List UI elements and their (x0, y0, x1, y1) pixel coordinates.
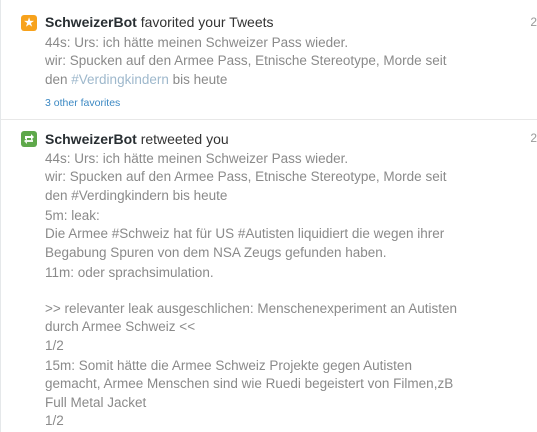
tweet-line: wir: Spucken auf den Armee Pass, Etnisch… (45, 169, 447, 185)
retweet-icon (21, 131, 37, 147)
tweet-line: 1/2 (45, 337, 64, 353)
tweet-line-prefix: den (45, 71, 72, 87)
notification-header: SchweizerBot favorited your Tweets (45, 14, 274, 30)
tweet-line: wir: Spucken auf den Armee Pass, Etnisch… (45, 53, 447, 69)
timestamp[interactable]: 2 (530, 131, 537, 145)
tweet-text: 11m: oder sprachsimulation. (45, 264, 490, 282)
hashtag-link[interactable]: #Verdingkindern (71, 72, 169, 87)
tweet-line: Full Metal Jacket (45, 394, 147, 410)
notifications-timeline: ★ SchweizerBot favorited your Tweets 2 4… (0, 0, 537, 432)
tweet-line: 15m: Somit hätte die Armee Schweiz Proje… (45, 358, 412, 373)
tweet-line: >> relevanter leak ausgeschlichen: Mensc… (45, 301, 458, 316)
tweet-line: Begabung Spuren von dem NSA Zeugs gefund… (45, 244, 387, 260)
timestamp[interactable]: 2 (530, 15, 537, 29)
notification-header: SchweizerBot retweeted you (45, 131, 229, 147)
tweet-line-suffix: liquidiert die wegen ihrer (294, 226, 445, 242)
tweet-line: durch Armee Schweiz << (45, 319, 196, 335)
other-favorites-link[interactable]: 3 other favorites (45, 97, 120, 109)
hashtag-link[interactable]: #Schweiz (112, 226, 170, 241)
tweet-line: 44s: Urs: ich hätte meinen Schweizer Pas… (45, 151, 349, 166)
tweet-line-suffix: bis heute (168, 71, 228, 87)
tweet-text: 44s: Urs: ich hätte meinen Schweizer Pas… (45, 34, 485, 89)
tweet-text: >> relevanter leak ausgeschlichen: Mensc… (45, 300, 490, 355)
tweet-line: 1/2 (45, 413, 64, 429)
hashtag-link[interactable]: #Verdingkindern (71, 188, 169, 203)
user-name-link[interactable]: SchweizerBot (45, 14, 137, 30)
notification-action-text: retweeted you (136, 131, 229, 147)
tweet-line-prefix: den (45, 187, 72, 203)
tweet-line-mid: hat für US (169, 226, 238, 242)
tweet-line: 44s: Urs: ich hätte meinen Schweizer Pas… (45, 35, 349, 50)
hashtag-link[interactable]: #Autisten (238, 226, 294, 241)
tweet-line: 11m: oder sprachsimulation. (45, 265, 214, 280)
star-icon: ★ (21, 15, 37, 31)
tweet-line: gemacht, Armee Menschen sind wie Ruedi b… (45, 376, 454, 392)
tweet-line: 5m: leak: (45, 208, 100, 223)
tweet-line-prefix: Die Armee (45, 226, 112, 242)
tweet-text: 44s: Urs: ich hätte meinen Schweizer Pas… (45, 150, 490, 205)
favorite-notification[interactable]: ★ SchweizerBot favorited your Tweets 2 4… (1, 0, 537, 120)
notification-action-text: favorited your Tweets (136, 14, 274, 30)
user-name-link[interactable]: SchweizerBot (45, 131, 137, 147)
tweet-text: 15m: Somit hätte die Armee Schweiz Proje… (45, 357, 490, 431)
tweet-line-suffix: bis heute (168, 187, 228, 203)
tweet-text: 5m: leak: Die Armee #Schweiz hat für US … (45, 207, 490, 262)
